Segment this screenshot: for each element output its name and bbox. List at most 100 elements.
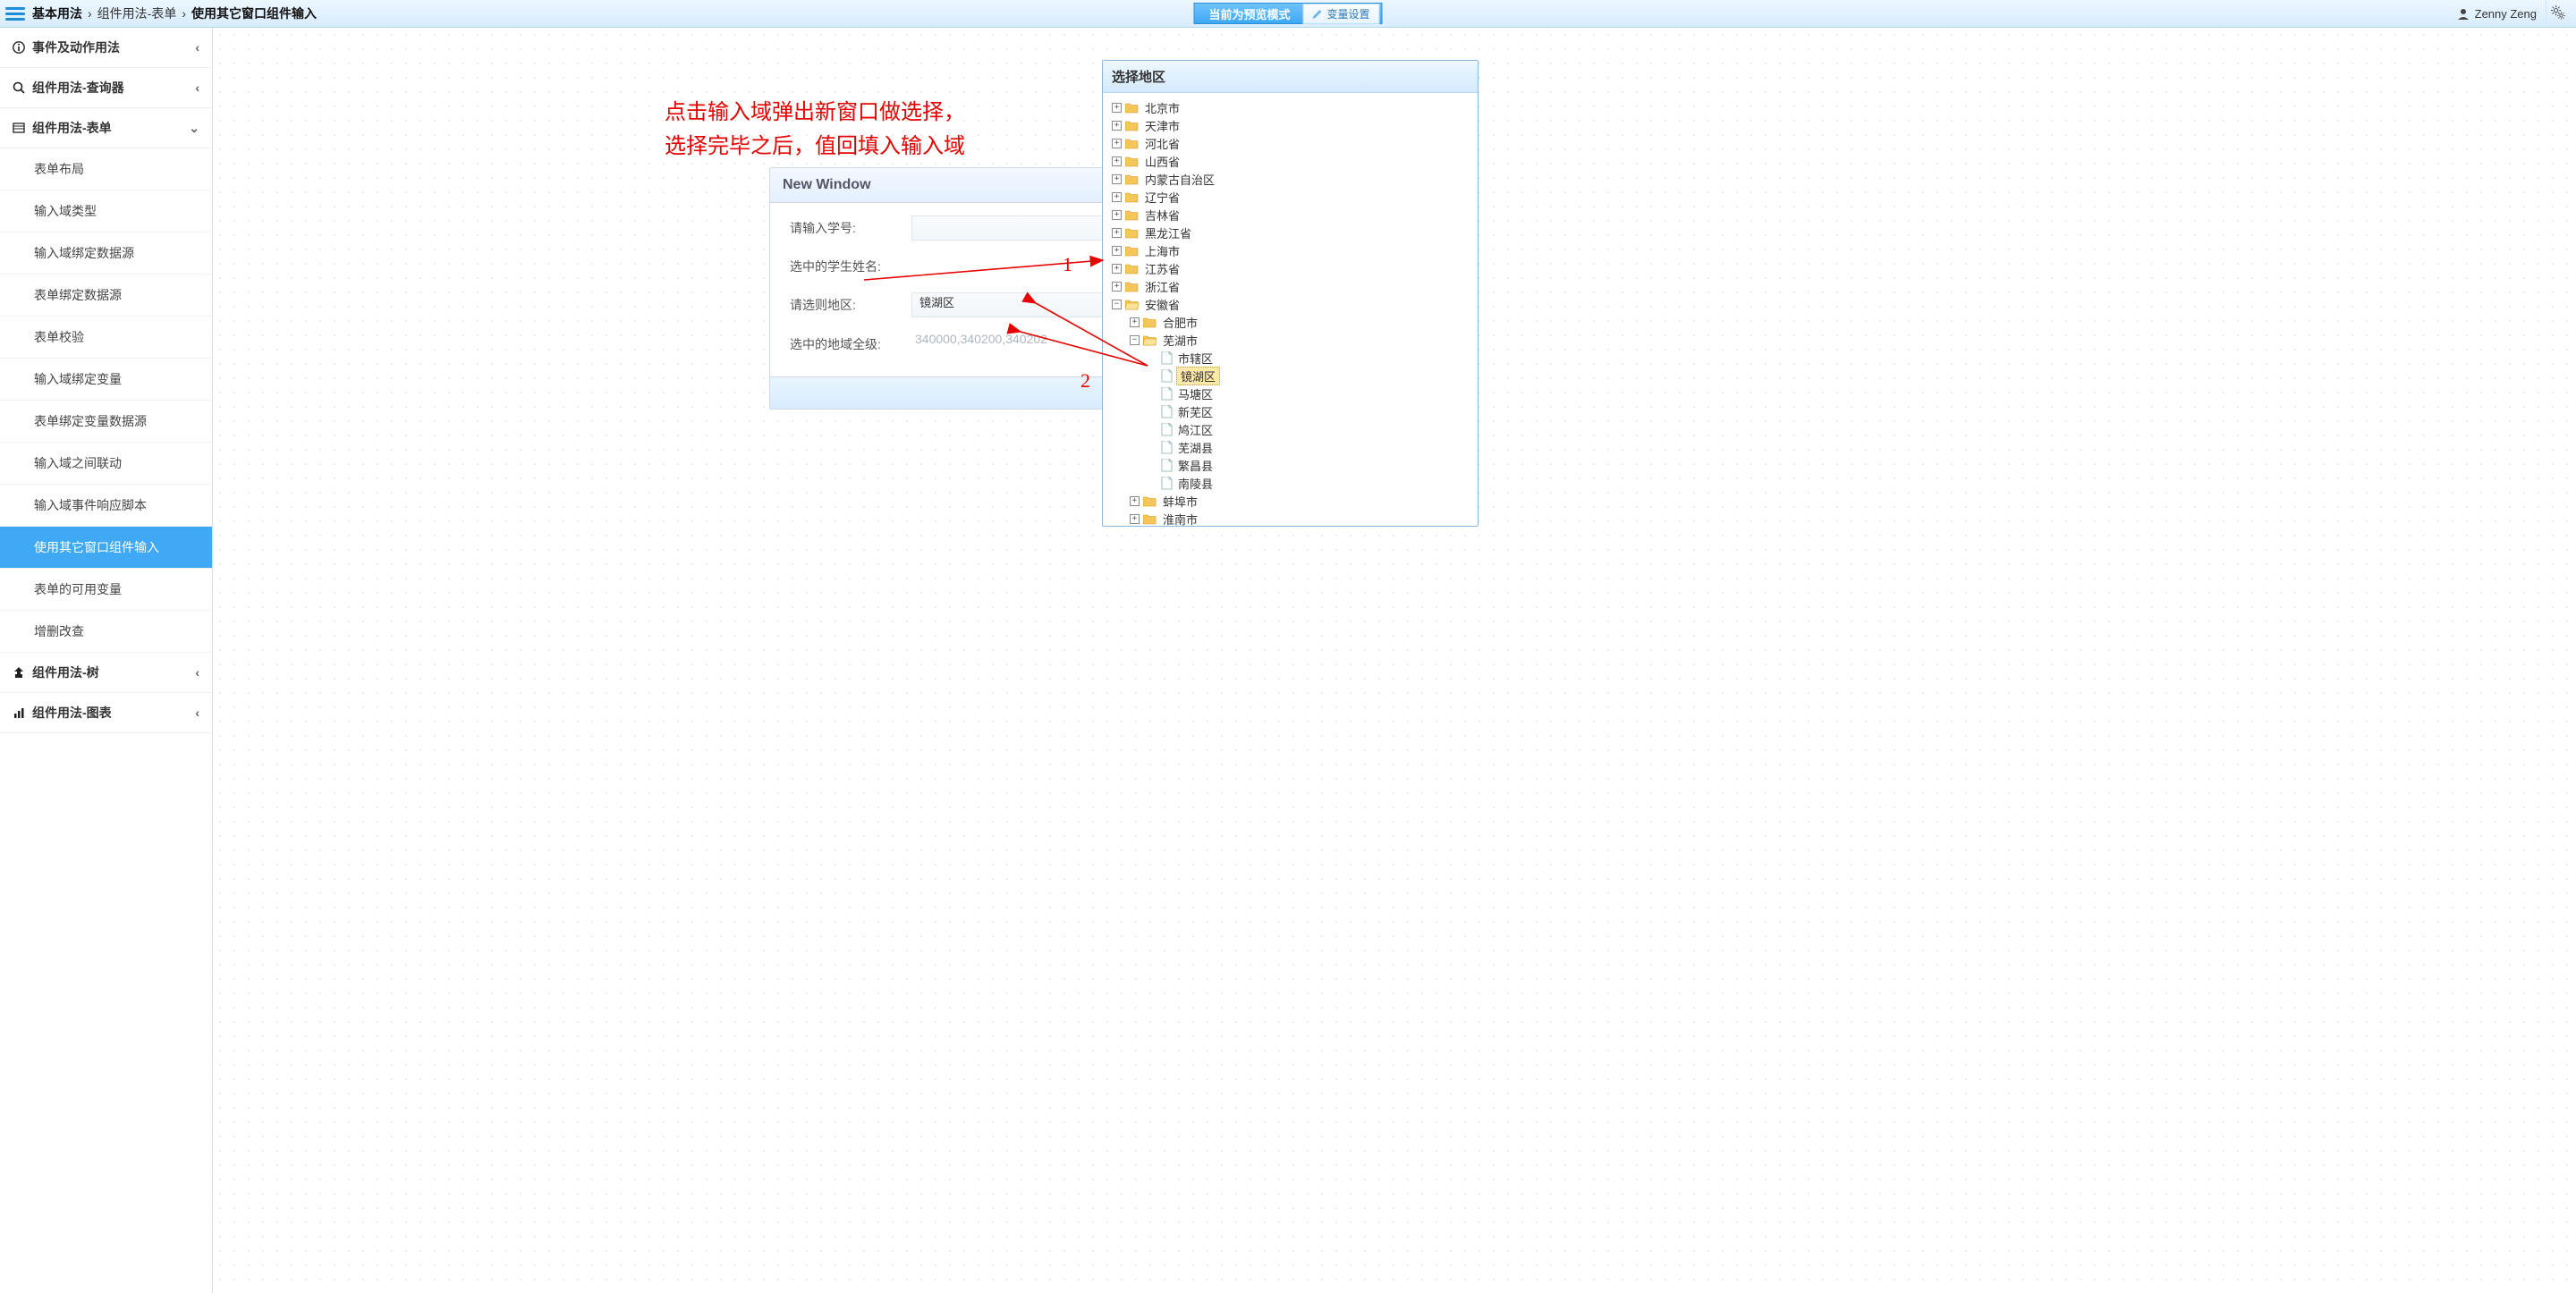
tree-node[interactable]: + 内蒙古自治区	[1105, 170, 1476, 188]
form-value	[911, 255, 1118, 278]
tree-node-label[interactable]: 安徽省	[1143, 296, 1182, 313]
sidebar-item[interactable]: 使用其它窗口组件输入	[0, 527, 212, 569]
region-tree-title: 选择地区	[1103, 61, 1478, 93]
sidebar-category[interactable]: 组件用法-树‹	[0, 653, 212, 693]
expand-icon[interactable]: +	[1112, 139, 1122, 148]
tree-node[interactable]: + 辽宁省	[1105, 188, 1476, 206]
tree-node[interactable]: − 安徽省	[1105, 295, 1476, 313]
tree-node[interactable]: 新芜区	[1105, 402, 1476, 420]
tree-node-label[interactable]: 繁昌县	[1176, 457, 1215, 474]
sidebar-item[interactable]: 增删改查	[0, 611, 212, 653]
collapse-icon[interactable]: −	[1130, 335, 1140, 345]
folder-icon	[1125, 209, 1140, 221]
tree-node[interactable]: + 淮南市	[1105, 510, 1476, 526]
breadcrumb-root[interactable]: 基本用法	[32, 4, 82, 22]
tree-node-label[interactable]: 合肥市	[1161, 314, 1199, 331]
tree-node-label[interactable]: 上海市	[1143, 242, 1182, 259]
tree-node-label[interactable]: 马塘区	[1176, 385, 1215, 402]
expand-icon[interactable]: +	[1112, 282, 1122, 292]
expand-icon[interactable]: +	[1112, 121, 1122, 131]
tree-node[interactable]: + 黑龙江省	[1105, 224, 1476, 241]
var-settings-button[interactable]: 变量设置	[1303, 4, 1380, 24]
tree-node-label[interactable]: 鸠江区	[1176, 421, 1215, 438]
tree-node-label[interactable]: 芜湖县	[1176, 439, 1215, 456]
tree-node-label[interactable]: 辽宁省	[1143, 189, 1182, 206]
sidebar-category[interactable]: 组件用法-图表‹	[0, 693, 212, 733]
sidebar-category[interactable]: 事件及动作用法‹	[0, 28, 212, 68]
sidebar-item[interactable]: 输入域绑定数据源	[0, 232, 212, 275]
tree-node-label[interactable]: 镜湖区	[1176, 367, 1220, 385]
tree-node-label[interactable]: 南陵县	[1176, 475, 1215, 492]
tree-node[interactable]: + 合肥市	[1105, 313, 1476, 331]
expand-icon[interactable]: +	[1112, 246, 1122, 256]
form-input[interactable]: 镜湖区	[911, 292, 1118, 317]
sidebar-item[interactable]: 表单布局	[0, 148, 212, 190]
sidebar-item[interactable]: 输入域事件响应脚本	[0, 485, 212, 527]
tree-node-label[interactable]: 市辖区	[1176, 350, 1215, 367]
tree-node[interactable]: + 蚌埠市	[1105, 492, 1476, 510]
tree-node-label[interactable]: 新芜区	[1176, 403, 1215, 420]
expand-icon[interactable]: +	[1112, 156, 1122, 166]
tree-node[interactable]: 繁昌县	[1105, 456, 1476, 474]
sidebar-item[interactable]: 输入域绑定变量	[0, 359, 212, 401]
tree-node[interactable]: 市辖区	[1105, 349, 1476, 367]
sidebar-item[interactable]: 输入域之间联动	[0, 443, 212, 485]
form-row: 请输入学号:	[790, 216, 1118, 241]
expand-icon[interactable]: +	[1112, 264, 1122, 274]
tree-node[interactable]: − 芜湖市	[1105, 331, 1476, 349]
tree-node[interactable]: 芜湖县	[1105, 438, 1476, 456]
sidebar-category[interactable]: 组件用法-查询器‹	[0, 68, 212, 108]
tree-node[interactable]: + 河北省	[1105, 134, 1476, 152]
expand-icon[interactable]: +	[1112, 174, 1122, 184]
tree-node[interactable]: + 天津市	[1105, 116, 1476, 134]
expand-icon[interactable]: +	[1130, 496, 1140, 506]
tree-node[interactable]: + 江苏省	[1105, 259, 1476, 277]
folder-icon	[1125, 173, 1140, 185]
chevron-icon: ‹	[195, 80, 199, 95]
settings-button[interactable]	[2546, 0, 2571, 28]
expand-icon[interactable]: +	[1112, 228, 1122, 238]
tree-node-label[interactable]: 淮南市	[1161, 511, 1199, 527]
tree-node[interactable]: + 吉林省	[1105, 206, 1476, 224]
tree-node[interactable]: 马塘区	[1105, 385, 1476, 402]
tree-node-label[interactable]: 江苏省	[1143, 260, 1182, 277]
file-icon	[1161, 441, 1173, 454]
expand-icon[interactable]: +	[1112, 103, 1122, 113]
tree-node-label[interactable]: 芜湖市	[1161, 332, 1199, 349]
region-tree-body[interactable]: + 北京市 + 天津市 + 河北省 + 山西省 + 内蒙古自治区 + 辽宁省 + 吉林省 + 黑龙江省 + 上海市…	[1103, 93, 1478, 526]
tree-node[interactable]: + 山西省	[1105, 152, 1476, 170]
form-row: 请选则地区:镜湖区	[790, 292, 1118, 317]
preview-mode-label: 当前为预览模式	[1196, 5, 1302, 22]
tree-node[interactable]: 南陵县	[1105, 474, 1476, 492]
tree-node[interactable]: 镜湖区	[1105, 367, 1476, 385]
tree-node[interactable]: + 北京市	[1105, 98, 1476, 116]
expand-icon[interactable]: +	[1130, 514, 1140, 524]
tree-node[interactable]: + 上海市	[1105, 241, 1476, 259]
tree-node-label[interactable]: 内蒙古自治区	[1143, 171, 1216, 188]
tree-node-label[interactable]: 吉林省	[1143, 207, 1182, 224]
sidebar-item[interactable]: 表单绑定数据源	[0, 275, 212, 317]
tree-node-label[interactable]: 蚌埠市	[1161, 493, 1199, 510]
tree-node-label[interactable]: 黑龙江省	[1143, 224, 1193, 241]
form-input[interactable]	[911, 216, 1118, 241]
user-badge[interactable]: Zenny Zeng	[2457, 7, 2537, 21]
sidebar-category[interactable]: 组件用法-表单⌄	[0, 108, 212, 148]
expand-icon[interactable]: +	[1130, 317, 1140, 327]
collapse-icon[interactable]: −	[1112, 300, 1122, 309]
sidebar-item[interactable]: 表单校验	[0, 317, 212, 359]
breadcrumb-item-1[interactable]: 组件用法-表单	[97, 4, 177, 22]
tree-node-label[interactable]: 浙江省	[1143, 278, 1182, 295]
expand-icon[interactable]: +	[1112, 210, 1122, 220]
tree-node-label[interactable]: 山西省	[1143, 153, 1182, 170]
menu-toggle-button[interactable]	[5, 4, 25, 23]
tree-node-label[interactable]: 北京市	[1143, 99, 1182, 116]
tree-node-label[interactable]: 天津市	[1143, 117, 1182, 134]
sidebar-item[interactable]: 输入域类型	[0, 190, 212, 232]
sidebar-item[interactable]: 表单的可用变量	[0, 569, 212, 611]
expand-icon[interactable]: +	[1112, 192, 1122, 202]
sidebar-item[interactable]: 表单绑定变量数据源	[0, 401, 212, 443]
tree-node-label[interactable]: 河北省	[1143, 135, 1182, 152]
folder-icon	[1143, 317, 1157, 328]
tree-node[interactable]: + 浙江省	[1105, 277, 1476, 295]
tree-node[interactable]: 鸠江区	[1105, 420, 1476, 438]
